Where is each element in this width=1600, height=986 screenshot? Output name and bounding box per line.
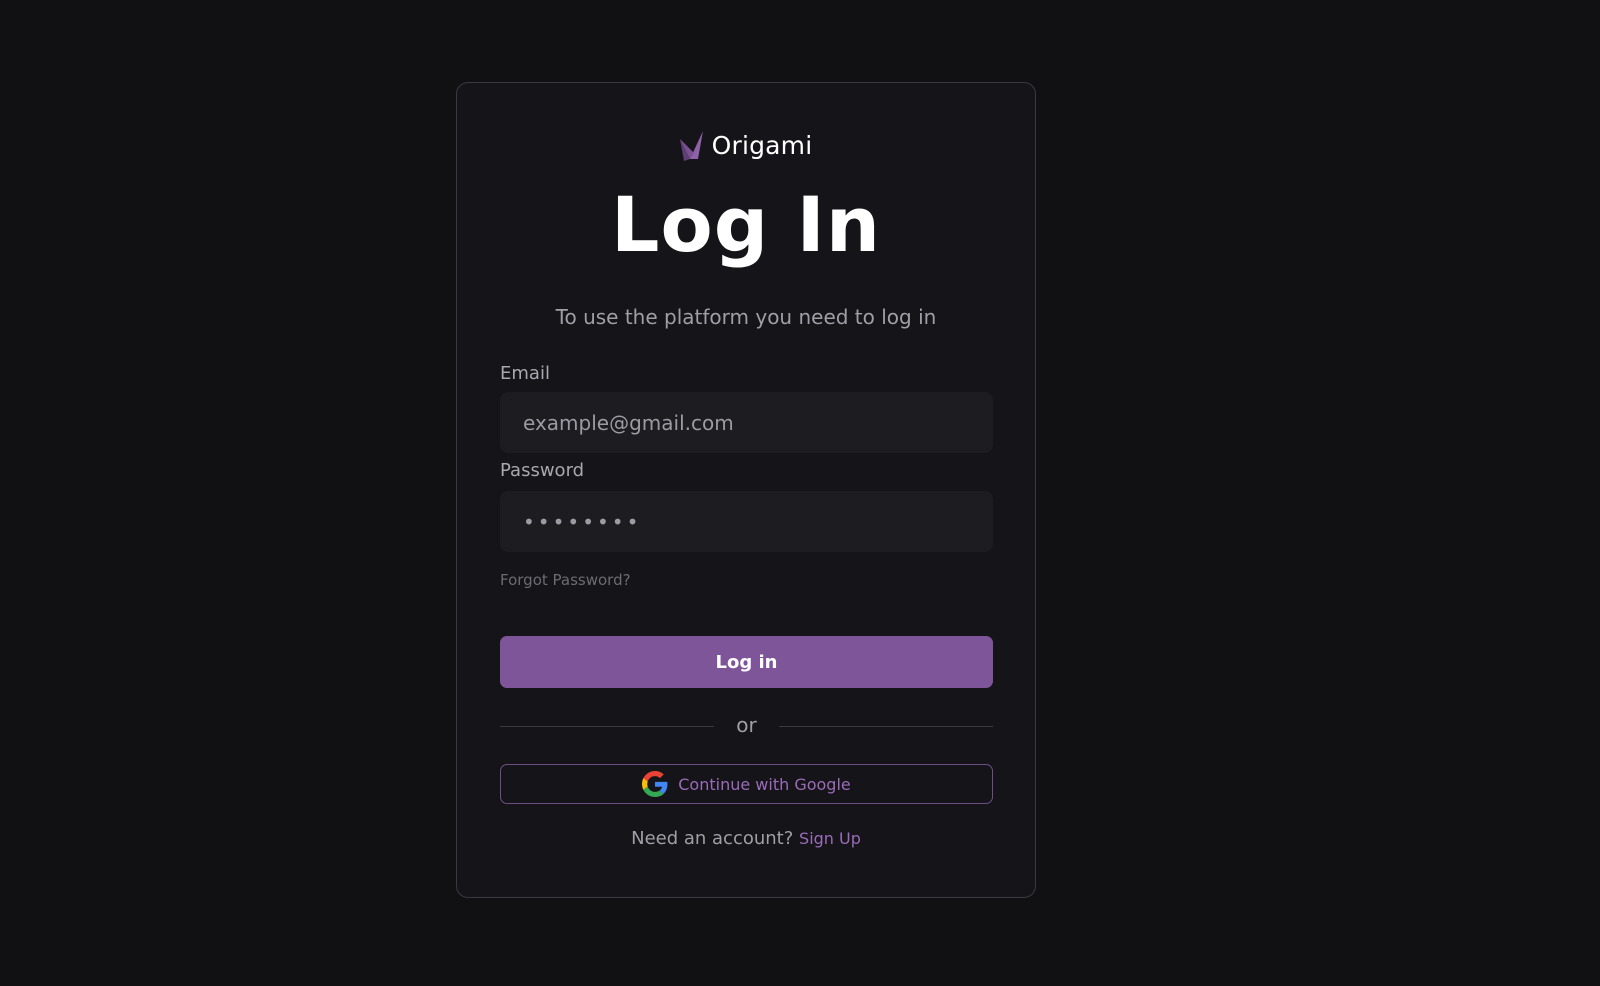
brand-name: Origami xyxy=(711,130,813,160)
forgot-password-link[interactable]: Forgot Password? xyxy=(500,571,631,589)
signup-prompt-row: Need an account? Sign Up xyxy=(457,828,1035,849)
page-subtitle: To use the platform you need to log in xyxy=(555,305,937,329)
login-card: Origami Log In To use the platform you n… xyxy=(456,82,1036,898)
brand-header: Origami xyxy=(457,127,1035,163)
password-label: Password xyxy=(500,460,585,481)
email-field[interactable] xyxy=(500,392,993,453)
continue-with-google-button[interactable]: Continue with Google xyxy=(500,764,993,804)
email-label: Email xyxy=(500,363,550,384)
login-button[interactable]: Log in xyxy=(500,636,993,688)
google-icon xyxy=(642,771,668,797)
divider-text: or xyxy=(736,713,757,737)
or-divider: or xyxy=(500,713,993,739)
signup-prompt-text: Need an account? xyxy=(631,828,794,849)
page-title: Log In xyxy=(611,180,881,269)
sign-up-link[interactable]: Sign Up xyxy=(799,829,861,848)
divider-line-right xyxy=(779,726,993,727)
google-button-label: Continue with Google xyxy=(678,774,851,794)
password-field[interactable] xyxy=(500,491,993,552)
origami-crane-icon xyxy=(679,131,703,161)
